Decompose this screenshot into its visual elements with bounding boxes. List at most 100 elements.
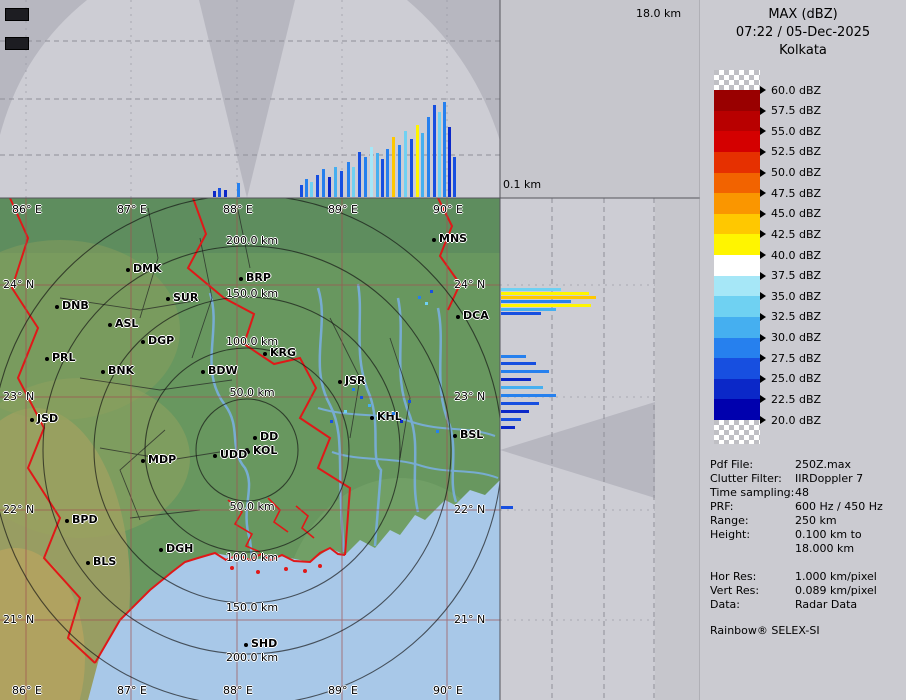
- echo-bar-top: [340, 171, 343, 197]
- echo-bar-top: [213, 191, 216, 197]
- height-scale-box: [5, 37, 29, 50]
- city-label: BPD: [72, 513, 98, 526]
- arrow-icon: [760, 354, 766, 362]
- info-row-label: Data:: [710, 598, 740, 611]
- city-label: ASL: [115, 317, 138, 330]
- city-label: BDW: [208, 364, 238, 377]
- legend-entry: 27.5 dBZ: [760, 352, 821, 364]
- echo-bar-right: [501, 378, 531, 381]
- info-row-label: Clutter Filter:: [710, 472, 782, 485]
- right-projection-panel: [500, 198, 655, 700]
- echo-pixel: [368, 404, 371, 407]
- info-row-value: 48: [795, 486, 809, 499]
- echo-bar-top: [438, 112, 441, 197]
- echo-bar-top: [453, 157, 456, 197]
- height-axis-min-label: 0.1 km: [503, 178, 541, 191]
- legend-color-cell: [714, 111, 760, 132]
- legend-color-cell: [714, 338, 760, 359]
- echo-bar-top: [328, 177, 331, 197]
- range-ring-label: 50.0 km: [229, 500, 274, 513]
- city-marker: [45, 357, 49, 361]
- legend-entry-label: 50.0 dBZ: [771, 166, 821, 179]
- city-label: BNK: [108, 364, 134, 377]
- info-row-label: PRF:: [710, 500, 733, 513]
- legend-entry: 50.0 dBZ: [760, 167, 821, 179]
- legend-entry-label: 42.5 dBZ: [771, 228, 821, 241]
- arrow-icon: [760, 210, 766, 218]
- echo-bar-top: [416, 125, 419, 197]
- city-label: DD: [260, 430, 278, 443]
- height-scale-box: [5, 8, 29, 21]
- legend-entry-label: 22.5 dBZ: [771, 393, 821, 406]
- echo-bar-top: [404, 131, 407, 197]
- echo-bar-right: [501, 292, 589, 295]
- legend-entry-label: 27.5 dBZ: [771, 352, 821, 365]
- longitude-label: 87° E: [117, 684, 147, 697]
- city-label: SHD: [251, 637, 277, 650]
- echo-bar-right: [501, 296, 596, 299]
- info-row-value: Radar Data: [795, 598, 857, 611]
- legend-color-cell: [714, 152, 760, 173]
- legend-entry-label: 52.5 dBZ: [771, 145, 821, 158]
- echo-bar-top: [218, 188, 221, 197]
- latitude-label: 21° N: [3, 613, 34, 626]
- city-label: SUR: [173, 291, 198, 304]
- echo-pixel: [430, 290, 433, 293]
- echo-bar-top: [237, 183, 240, 197]
- echo-bar-top: [370, 147, 373, 197]
- legend-color-cell: [714, 317, 760, 338]
- city-marker: [370, 416, 374, 420]
- city-marker: [55, 305, 59, 309]
- info-row-value: 600 Hz / 450 Hz: [795, 500, 883, 513]
- arrow-icon: [760, 395, 766, 403]
- info-row-value: 18.000 km: [795, 542, 854, 555]
- echo-bar-top: [364, 157, 367, 197]
- echo-pixel: [344, 410, 347, 413]
- echo-bar-top: [347, 162, 350, 197]
- legend-color-cell: [714, 173, 760, 194]
- arrow-icon: [760, 189, 766, 197]
- city-marker: [456, 315, 460, 319]
- longitude-label: 88° E: [223, 684, 253, 697]
- legend-entry-label: 45.0 dBZ: [771, 207, 821, 220]
- echo-bar-right: [501, 308, 556, 311]
- legend-color-cell: [714, 193, 760, 214]
- info-row-value: 0.089 km/pixel: [795, 584, 877, 597]
- city-marker: [65, 519, 69, 523]
- legend-color-cell: [714, 296, 760, 317]
- legend-entry-label: 30.0 dBZ: [771, 331, 821, 344]
- echo-pixel: [400, 420, 403, 423]
- latitude-label: 21° N: [454, 613, 485, 626]
- latitude-label: 24° N: [3, 278, 34, 291]
- city-marker: [141, 459, 145, 463]
- arrow-icon: [760, 375, 766, 383]
- city-label: DCA: [463, 309, 489, 322]
- echo-bar-right: [501, 370, 549, 373]
- legend-title: MAX (dBZ): [700, 7, 906, 22]
- legend-entry: 25.0 dBZ: [760, 373, 821, 385]
- legend-entry-label: 32.5 dBZ: [771, 310, 821, 323]
- longitude-label: 90° E: [433, 203, 463, 216]
- echo-bar-top: [381, 159, 384, 197]
- echo-pixel: [360, 396, 363, 399]
- echo-pixel: [418, 296, 421, 299]
- longitude-label: 90° E: [433, 684, 463, 697]
- latitude-label: 23° N: [454, 390, 485, 403]
- city-marker: [141, 340, 145, 344]
- city-marker: [453, 434, 457, 438]
- legend-entry: 32.5 dBZ: [760, 311, 821, 323]
- legend-entry: 47.5 dBZ: [760, 187, 821, 199]
- legend-color-cell: [714, 399, 760, 420]
- longitude-label: 88° E: [223, 203, 253, 216]
- height-axis-max-label: 18.0 km: [636, 7, 681, 20]
- legend-entry-label: 25.0 dBZ: [771, 372, 821, 385]
- echo-bar-top: [300, 185, 303, 197]
- arrow-icon: [760, 251, 766, 259]
- info-row-value: 250Z.max: [795, 458, 851, 471]
- arrow-icon: [760, 230, 766, 238]
- echo-bar-top: [398, 145, 401, 197]
- echo-pixel: [436, 430, 439, 433]
- legend-color-cell: [714, 276, 760, 297]
- city-marker: [30, 418, 34, 422]
- range-ring-label: 200.0 km: [226, 651, 278, 664]
